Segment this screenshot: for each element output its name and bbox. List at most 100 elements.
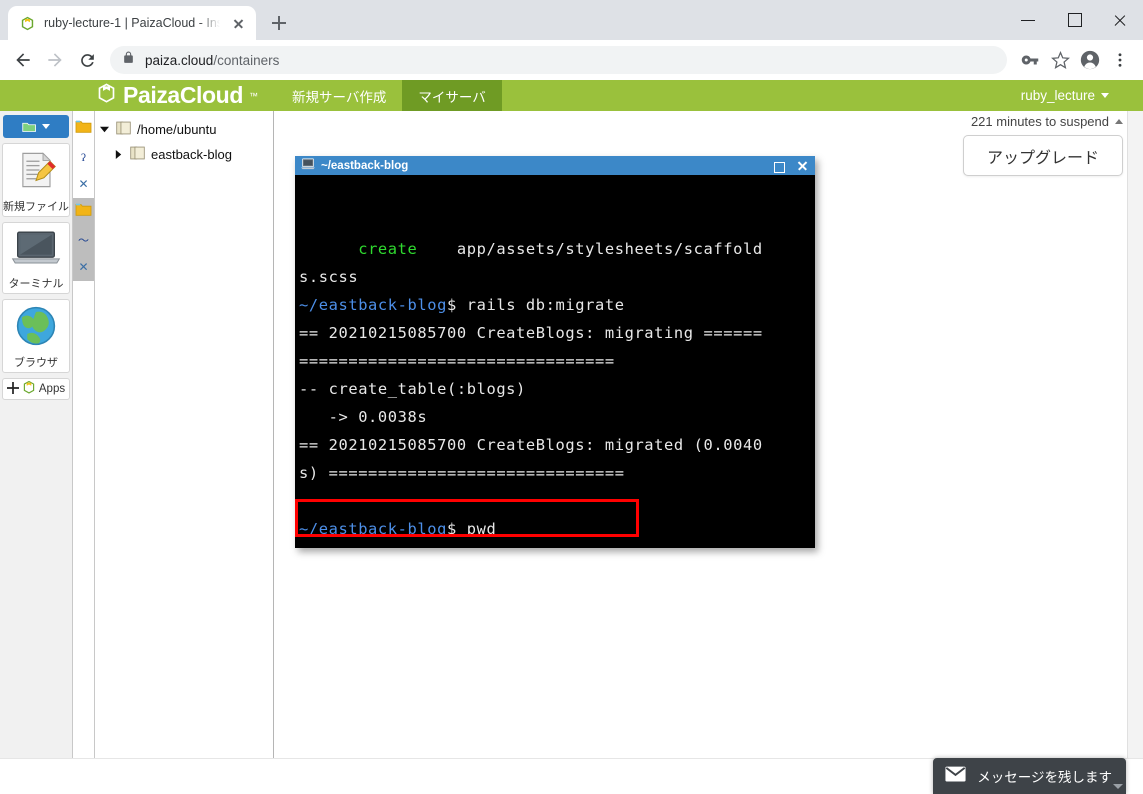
terminal-text: app/assets/stylesheets/scaffold [417,240,763,258]
leave-message-button[interactable]: メッセージを残します [933,758,1126,794]
rail-item-browser-label: ブラウザ [14,357,58,369]
upgrade-button-label: アップグレード [986,149,1099,167]
window-close-button[interactable] [1097,0,1143,40]
app-body: 新規ファイル ターミナル ブラウザ Apps ʔ ✕ 〜 ✕ /home/ubu… [0,111,1143,774]
chevron-down-icon [1101,93,1109,98]
browser-tab[interactable]: ruby-lecture-1 | PaizaCloud - Inst [8,6,256,40]
browser-tab-title: ruby-lecture-1 | PaizaCloud - Inst [44,16,220,30]
upgrade-button[interactable]: アップグレード [963,135,1123,176]
chevron-up-icon[interactable] [1113,784,1123,789]
chevron-right-icon[interactable] [113,150,124,159]
window-tab-close-icon-2[interactable]: ✕ [78,261,88,273]
nav-new-server[interactable]: 新規サーバ作成 [276,80,402,111]
terminal-text: ~/eastback-blog [299,520,447,538]
terminal-maximize-icon[interactable] [769,157,787,174]
terminal-title-bar[interactable]: ~/eastback-blog [295,156,815,175]
paizacloud-header: PaizaCloud ™ 新規サーバ作成 マイサーバ ruby_lecture [0,80,1143,111]
terminal-window[interactable]: ~/eastback-blog create app/assets/styles… [295,156,815,548]
terminal-line: == 20210215085700 CreateBlogs: migrated … [299,431,811,459]
terminal-text: $ pwd [447,520,497,538]
tab-close-icon[interactable] [228,13,248,33]
browser-globe-icon [15,305,57,352]
window-controls [1005,0,1143,40]
terminal-line: create app/assets/stylesheets/scaffold [299,235,811,263]
folder-icon [129,145,146,164]
folder-icon [75,119,92,139]
bookmark-star-icon[interactable] [1045,45,1075,75]
reload-button[interactable] [72,45,102,75]
paizacloud-cube-icon [96,82,117,110]
forward-button[interactable] [40,45,70,75]
desktop-scrollbar[interactable] [1127,111,1143,774]
tool-rail: 新規ファイル ターミナル ブラウザ Apps [0,111,73,774]
address-bar[interactable]: paiza.cloud/containers [110,46,1007,74]
nav-my-server[interactable]: マイサーバ [402,80,502,111]
new-dropdown-button[interactable] [3,115,69,138]
folder-icon [75,202,92,222]
terminal-text: create [358,240,418,258]
terminal-line: ~/eastback-blog$ pwd [299,515,811,543]
terminal-output[interactable]: create app/assets/stylesheets/scaffold s.… [295,175,815,548]
terminal-title-text: ~/eastback-blog [321,159,409,172]
key-icon[interactable] [1015,45,1045,75]
terminal-text: ================================ [299,352,615,370]
terminal-icon [11,228,61,273]
rail-item-terminal[interactable]: ターミナル [2,222,70,294]
window-tab-mark-2: 〜 [78,235,89,247]
workspace-desktop: 221 minutes to suspend アップグレード ~/eastbac… [274,111,1143,774]
terminal-lines: create app/assets/stylesheets/scaffold s.… [299,235,811,548]
profile-avatar-icon[interactable] [1075,45,1105,75]
file-tree: /home/ubuntu eastback-blog [95,111,274,774]
browser-toolbar: paiza.cloud/containers [0,40,1143,80]
rail-item-browser[interactable]: ブラウザ [2,299,70,373]
chevron-up-icon[interactable] [1115,119,1123,124]
browser-chrome: ruby-lecture-1 | PaizaCloud - Inst paiza… [0,0,1143,80]
terminal-line: -> 0.0038s [299,403,811,431]
nav-new-server-label: 新規サーバ作成 [291,89,387,105]
terminal-line: -- create_table(:blogs) [299,375,811,403]
address-bar-text: paiza.cloud/containers [145,53,279,68]
paizacloud-favicon-icon [19,15,36,32]
toolbar-right-group [1015,45,1135,75]
paizacloud-logo[interactable]: PaizaCloud ™ [0,80,276,111]
trademark-mark: ™ [248,90,258,101]
rail-item-new-file-label: 新規ファイル [3,201,69,213]
window-tab-group-1[interactable]: ʔ ✕ [73,115,94,198]
window-maximize-button[interactable] [1051,0,1097,40]
window-tab-group-2[interactable]: 〜 ✕ [73,198,94,281]
file-tree-row-eastback-blog[interactable]: eastback-blog [95,142,273,167]
url-path: /containers [213,52,280,68]
chevron-down-icon[interactable] [99,125,110,134]
back-button[interactable] [8,45,38,75]
rail-item-apps-label: Apps [38,383,66,395]
terminal-close-icon[interactable] [793,157,811,174]
window-tab-mark-1: ʔ [81,152,86,164]
terminal-line: == 20210215085700 CreateBlogs: migrating… [299,319,811,347]
terminal-text: ~/eastback-blog [299,296,447,314]
file-tree-row-home[interactable]: /home/ubuntu [95,117,273,142]
file-tree-label-eastback-blog: eastback-blog [151,147,232,162]
rail-item-terminal-label: ターミナル [8,278,64,290]
three-dot-menu-icon[interactable] [1105,45,1135,75]
window-minimize-button[interactable] [1005,0,1051,40]
folder-icon [115,120,132,139]
rail-item-apps[interactable]: Apps [2,378,70,400]
new-item-icon [22,122,36,132]
nav-my-server-label: マイサーバ [418,89,486,105]
file-tree-label-home: /home/ubuntu [137,122,217,137]
terminal-text: -> 0.0038s [299,408,428,426]
suspend-timer[interactable]: 221 minutes to suspend [971,114,1123,129]
terminal-line: s) ============================== [299,459,811,487]
terminal-line: ================================ [299,347,811,375]
new-tab-button[interactable] [265,9,293,37]
terminal-line: /home/ubuntu/eastback-blog [299,543,811,548]
window-tab-close-icon-1[interactable]: ✕ [78,178,88,190]
user-menu-label: ruby_lecture [1020,88,1095,103]
apps-cube-icon [22,380,36,398]
terminal-text: s.scss [299,268,359,286]
terminal-window-icon [301,157,315,175]
terminal-line: ~/eastback-blog$ rails db:migrate [299,291,811,319]
rail-item-new-file[interactable]: 新規ファイル [2,143,70,217]
user-menu[interactable]: ruby_lecture [1021,80,1143,111]
